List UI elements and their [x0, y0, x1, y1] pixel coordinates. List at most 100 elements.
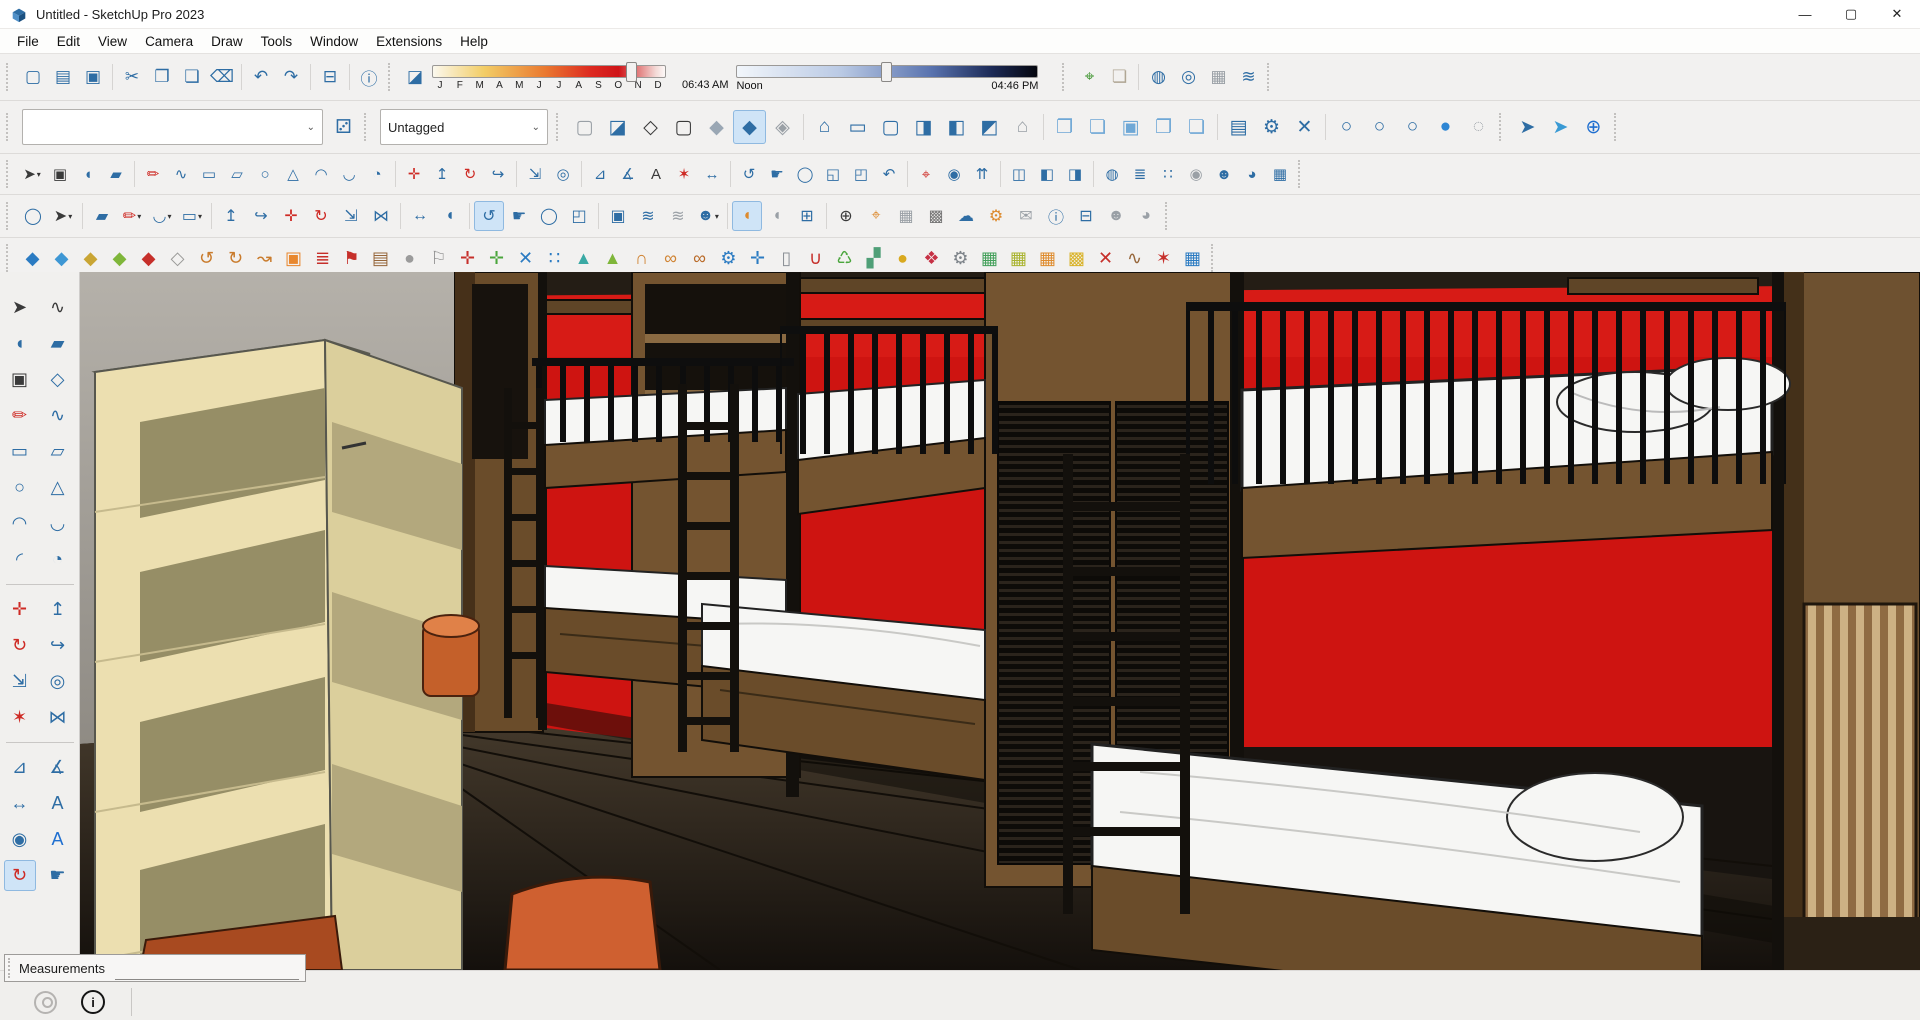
white-flag-icon[interactable]: ⚐ — [424, 244, 453, 272]
add-location-icon[interactable]: ⌖ — [1074, 62, 1104, 92]
shadow-time-slider[interactable]: Noon 04:46 PM — [736, 65, 1038, 92]
paint-bucket-icon[interactable]: ◖ — [4, 328, 36, 359]
style-monochrome-icon[interactable]: ◈ — [766, 110, 799, 144]
trash-can-icon[interactable]: ▯ — [772, 244, 801, 272]
tag-numbers-icon[interactable]: ⚂ — [327, 110, 360, 144]
sandbox-green-icon[interactable]: ◆ — [105, 244, 134, 272]
scatter-points-icon[interactable]: ✶ — [1149, 244, 1178, 272]
tag-icon[interactable]: ◇ — [42, 364, 74, 395]
text-icon[interactable]: A — [642, 160, 670, 188]
puzzle-icon[interactable]: ▞ — [859, 244, 888, 272]
model-viewport[interactable]: .c-red{fill:var(--red_wall)} .c-redl{fil… — [0, 272, 1920, 970]
two-point-arc-icon[interactable]: ◡ — [42, 508, 74, 539]
compass-fan-icon[interactable]: ◕ — [1238, 160, 1266, 188]
components-sandbox-icon[interactable]: ▦ — [1203, 62, 1233, 92]
sandbox-blue-hash-icon[interactable]: ◆ — [18, 244, 47, 272]
tape-measure-icon[interactable]: ⊿ — [586, 160, 614, 188]
line-2-icon[interactable]: ✏▾ — [117, 201, 147, 231]
entity-boxes-icon[interactable]: ⊞ — [792, 201, 822, 231]
redo-icon[interactable]: ↷ — [276, 62, 306, 92]
minimize-button[interactable]: — — [1782, 0, 1828, 28]
blue-move-icon[interactable]: ✛ — [743, 244, 772, 272]
drop-style-dashed-icon[interactable]: ◌ — [1462, 110, 1495, 144]
credits-info-icon[interactable]: i — [81, 990, 105, 1014]
entity-op-3-icon[interactable]: ▣ — [1114, 110, 1147, 144]
yellow-checker-icon[interactable]: ▩ — [1062, 244, 1091, 272]
arc-2-icon[interactable]: ◡▾ — [147, 201, 177, 231]
cut-icon[interactable]: ✂ — [117, 62, 147, 92]
select-icon[interactable]: ➤ — [4, 292, 36, 323]
print-icon[interactable]: ⊟ — [315, 62, 345, 92]
text-a1-icon[interactable]: A — [42, 788, 74, 819]
undo-icon[interactable]: ↶ — [246, 62, 276, 92]
eraser-icon[interactable]: ▰ — [42, 328, 74, 359]
tape-measure-icon[interactable]: ⊿ — [4, 752, 36, 783]
material-copy-icon[interactable]: ◖ — [732, 201, 762, 231]
push-pull-icon[interactable]: ↥ — [42, 594, 74, 625]
scale-icon[interactable]: ⇲ — [4, 666, 36, 697]
style-hidden-line-icon[interactable]: ▢ — [667, 110, 700, 144]
section-plane-icon[interactable]: ◫ — [1005, 160, 1033, 188]
entity-op-4-icon[interactable]: ❐ — [1147, 110, 1180, 144]
section-cuts-icon[interactable]: ◨ — [1061, 160, 1089, 188]
photo-textures-icon[interactable]: ❏ — [1104, 62, 1134, 92]
three-d-text-icon[interactable]: A — [42, 824, 74, 855]
tags-list-icon[interactable]: ≣ — [1126, 160, 1154, 188]
sandbox-smoove-icon[interactable]: ≋ — [663, 201, 693, 231]
zoom-2-icon[interactable]: ◯ — [534, 201, 564, 231]
pan-icon[interactable]: ☛ — [763, 160, 791, 188]
push-pull-icon[interactable]: ↥ — [428, 160, 456, 188]
protractor-icon[interactable]: ∡ — [614, 160, 642, 188]
orange-knot-2-icon[interactable]: ∞ — [685, 244, 714, 272]
position-camera-icon[interactable]: ⌖ — [912, 160, 940, 188]
style-wireframe-icon[interactable]: ◇ — [634, 110, 667, 144]
maximize-button[interactable]: ▢ — [1828, 0, 1874, 28]
orange-grid-icon[interactable]: ▦ — [1033, 244, 1062, 272]
date-slider-thumb[interactable] — [626, 62, 637, 82]
pin-location-icon[interactable]: ⌖ — [861, 201, 891, 231]
roof-white-icon[interactable]: ◇ — [163, 244, 192, 272]
dimensions-icon[interactable]: ↔ — [698, 160, 726, 188]
view-right-icon[interactable]: ◨ — [907, 110, 940, 144]
orange-arch-icon[interactable]: ∩ — [627, 244, 656, 272]
look-around-icon[interactable]: ◉ — [940, 160, 968, 188]
offset-icon[interactable]: ◎ — [42, 666, 74, 697]
drop-style-filled-icon[interactable]: ● — [1429, 110, 1462, 144]
style-fan-icon[interactable]: ◕ — [1131, 201, 1161, 231]
menu-item-tools[interactable]: Tools — [252, 32, 302, 51]
sandbox-blue-icon[interactable]: ◆ — [47, 244, 76, 272]
menu-item-camera[interactable]: Camera — [136, 32, 202, 51]
material-remove-icon[interactable]: ◖ — [762, 201, 792, 231]
menu-item-file[interactable]: File — [8, 32, 48, 51]
green-recycle-icon[interactable]: ♺ — [830, 244, 859, 272]
settings-gear-icon[interactable]: ⚙ — [1255, 110, 1288, 144]
drop-style-1-icon[interactable]: ○ — [1330, 110, 1363, 144]
rotate-icon[interactable]: ↻ — [456, 160, 484, 188]
pie-icon[interactable]: ◔ — [42, 544, 74, 575]
offset-icon[interactable]: ◎ — [549, 160, 577, 188]
rectangle-2-icon[interactable]: ▭▾ — [177, 201, 207, 231]
measurements-input[interactable] — [115, 963, 299, 980]
previous-view-icon[interactable]: ↶ — [875, 160, 903, 188]
time-slider-thumb[interactable] — [881, 62, 892, 82]
model-scene[interactable]: .c-red{fill:var(--red_wall)} .c-redl{fil… — [80, 272, 1920, 970]
move-icon[interactable]: ✛ — [4, 594, 36, 625]
select-icon[interactable]: ➤▾ — [18, 160, 46, 188]
polygon-icon[interactable]: △ — [279, 160, 307, 188]
zoom-extents-icon[interactable]: ◰ — [847, 160, 875, 188]
eraser-2-icon[interactable]: ▰ — [87, 201, 117, 231]
green-axes-icon[interactable]: ✛ — [482, 244, 511, 272]
cursor-wrench-2-icon[interactable]: ➤ — [1544, 110, 1577, 144]
circle-icon[interactable]: ○ — [4, 472, 36, 503]
line-icon[interactable]: ✏ — [139, 160, 167, 188]
view-iso-icon[interactable]: ⌂ — [808, 110, 841, 144]
paint-bucket-icon[interactable]: ◖ — [74, 160, 102, 188]
geolocation-pin-icon[interactable] — [34, 991, 57, 1014]
cart-icon[interactable]: ⊟ — [1071, 201, 1101, 231]
outliner-icon[interactable]: ∷ — [1154, 160, 1182, 188]
paste-icon[interactable]: ❏ — [177, 62, 207, 92]
open-folder-icon[interactable]: ▤ — [1222, 110, 1255, 144]
zoom-window-icon[interactable]: ◱ — [819, 160, 847, 188]
menu-item-draw[interactable]: Draw — [202, 32, 252, 51]
delete-icon[interactable]: ⌫ — [207, 62, 237, 92]
